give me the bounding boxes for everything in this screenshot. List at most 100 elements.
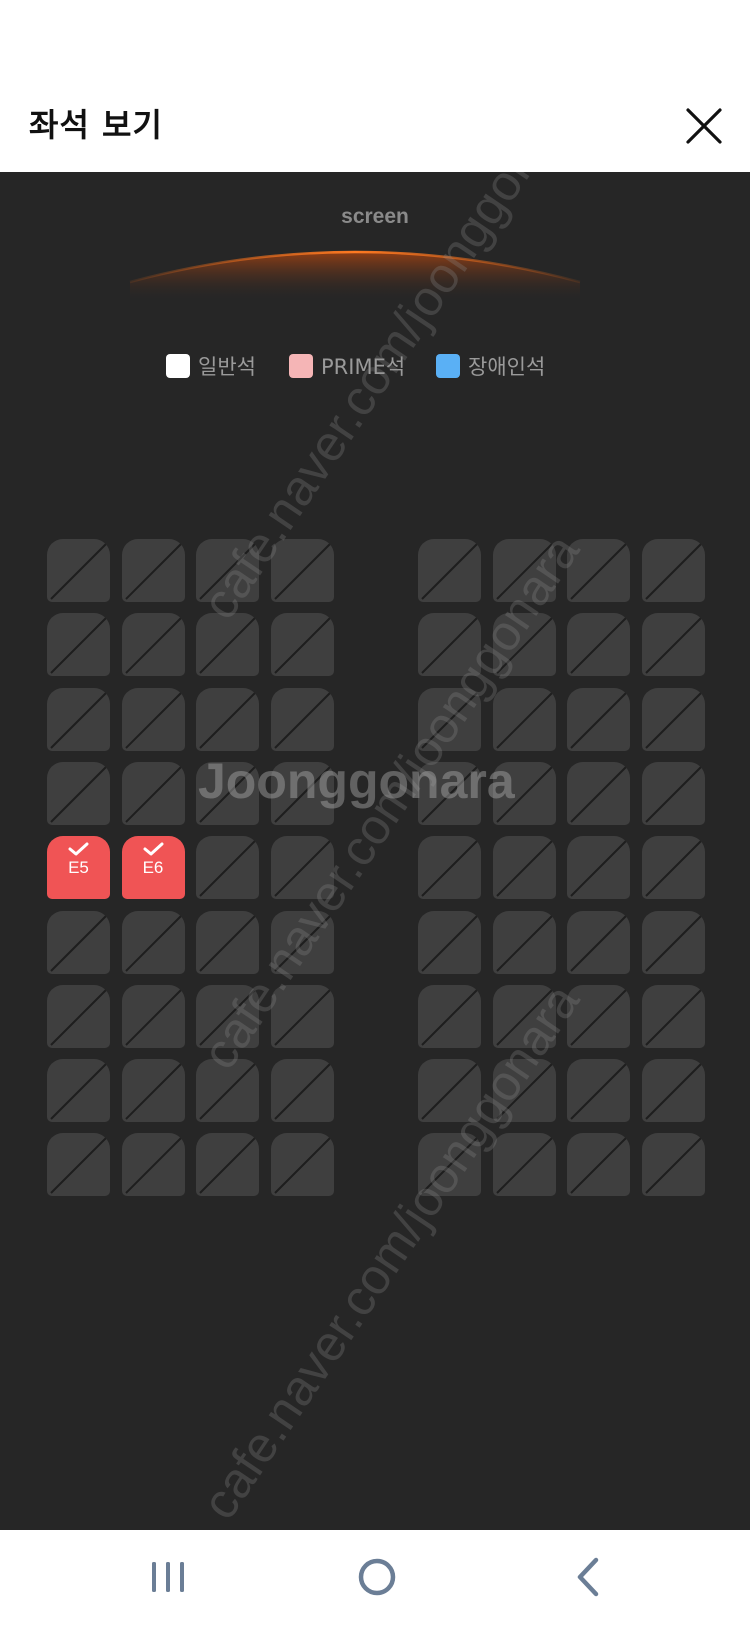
unavailable-slash-icon: [421, 840, 478, 897]
seat-unavailable[interactable]: [418, 984, 481, 1048]
seat-unavailable[interactable]: [121, 687, 185, 751]
seat-unavailable[interactable]: [196, 910, 259, 974]
seat-unavailable[interactable]: [418, 687, 481, 751]
seat-unavailable[interactable]: [418, 1133, 481, 1197]
seat-unavailable[interactable]: [270, 836, 334, 900]
seat-unavailable[interactable]: [47, 761, 110, 825]
unavailable-slash-icon: [644, 691, 702, 749]
seat-unavailable[interactable]: [641, 761, 705, 825]
seat-unavailable[interactable]: [492, 910, 556, 974]
seat-unavailable[interactable]: [492, 613, 556, 677]
seat-unavailable[interactable]: [567, 539, 630, 602]
seat-unavailable[interactable]: [641, 613, 705, 677]
seat-unavailable[interactable]: [641, 687, 705, 751]
seat-unavailable[interactable]: [270, 687, 334, 751]
seat-unavailable[interactable]: [418, 1059, 481, 1123]
seat-unavailable[interactable]: [196, 539, 259, 602]
unavailable-slash-icon: [644, 543, 702, 600]
seat-unavailable[interactable]: [492, 687, 556, 751]
seat-unavailable[interactable]: [196, 1059, 259, 1123]
seat-unavailable[interactable]: [196, 836, 259, 900]
seat-unavailable[interactable]: [567, 613, 630, 677]
seat-unavailable[interactable]: [492, 539, 556, 602]
seat-unavailable[interactable]: [567, 1133, 630, 1197]
seat-unavailable[interactable]: [270, 761, 334, 825]
seat-unavailable[interactable]: [270, 539, 334, 602]
seat-unavailable[interactable]: [641, 1059, 705, 1123]
seat-unavailable[interactable]: [567, 761, 630, 825]
seat-unavailable[interactable]: [196, 1133, 259, 1197]
seat-unavailable[interactable]: [492, 984, 556, 1048]
seat-unavailable[interactable]: [567, 1059, 630, 1123]
seat-unavailable[interactable]: [121, 1059, 185, 1123]
seat-unavailable[interactable]: [641, 539, 705, 602]
unavailable-slash-icon: [50, 1137, 107, 1195]
seat-unavailable[interactable]: [196, 761, 259, 825]
seat-unavailable[interactable]: [47, 613, 110, 677]
seat-unavailable[interactable]: [121, 613, 185, 677]
unavailable-slash-icon: [50, 914, 107, 972]
back-icon: [577, 1557, 599, 1597]
seat-label: E5: [68, 858, 89, 878]
home-icon: [358, 1558, 396, 1596]
seat-unavailable[interactable]: [418, 836, 481, 900]
unavailable-slash-icon: [50, 543, 107, 600]
seat-unavailable[interactable]: [121, 761, 185, 825]
seat-unavailable[interactable]: [47, 910, 110, 974]
seat-map: screen 일반석 PRIME석 장애인석 E5 E6 cafe.naver.…: [0, 172, 750, 1530]
seat-unavailable[interactable]: [567, 687, 630, 751]
seat-unavailable[interactable]: [641, 836, 705, 900]
seat-unavailable[interactable]: [567, 836, 630, 900]
unavailable-slash-icon: [199, 1137, 256, 1195]
unavailable-slash-icon: [644, 1063, 702, 1120]
seat-unavailable[interactable]: [418, 613, 481, 677]
seat-unavailable[interactable]: [270, 613, 334, 677]
unavailable-slash-icon: [495, 691, 553, 749]
seat-unavailable[interactable]: [47, 1133, 110, 1197]
seat-unavailable[interactable]: [121, 539, 185, 602]
seat-unavailable[interactable]: [641, 910, 705, 974]
unavailable-slash-icon: [421, 766, 478, 823]
check-icon: [68, 842, 89, 856]
seat-unavailable[interactable]: [196, 687, 259, 751]
seat-selected[interactable]: E5: [47, 836, 110, 900]
seat-unavailable[interactable]: [492, 1059, 556, 1123]
seat-unavailable[interactable]: [567, 910, 630, 974]
unavailable-slash-icon: [273, 1137, 331, 1195]
seat-unavailable[interactable]: [418, 910, 481, 974]
seat-unavailable[interactable]: [418, 761, 481, 825]
unavailable-slash-icon: [570, 1137, 627, 1195]
unavailable-slash-icon: [124, 1063, 182, 1120]
seat-unavailable[interactable]: [270, 910, 334, 974]
seat-unavailable[interactable]: [270, 1059, 334, 1123]
seat-unavailable[interactable]: [47, 687, 110, 751]
close-button[interactable]: [682, 104, 726, 148]
recent-apps-button[interactable]: [138, 1552, 198, 1602]
unavailable-slash-icon: [644, 914, 702, 972]
seat-unavailable[interactable]: [418, 539, 481, 602]
seat-unavailable[interactable]: [492, 836, 556, 900]
unavailable-slash-icon: [570, 1063, 627, 1120]
seat-unavailable[interactable]: [567, 984, 630, 1048]
seat-selected[interactable]: E6: [121, 836, 185, 900]
seat-unavailable[interactable]: [196, 984, 259, 1048]
seat-unavailable[interactable]: [121, 910, 185, 974]
seat-unavailable[interactable]: [47, 1059, 110, 1123]
seat-unavailable[interactable]: [121, 984, 185, 1048]
seat-unavailable[interactable]: [196, 613, 259, 677]
seat-unavailable[interactable]: [492, 1133, 556, 1197]
check-icon: [143, 842, 163, 856]
seat-unavailable[interactable]: [641, 984, 705, 1048]
back-button[interactable]: [560, 1552, 620, 1602]
seat-unavailable[interactable]: [121, 1133, 185, 1197]
seat-unavailable[interactable]: [47, 984, 110, 1048]
seat-unavailable[interactable]: [270, 1133, 334, 1197]
seat-unavailable[interactable]: [492, 761, 556, 825]
seat-unavailable[interactable]: [641, 1133, 705, 1197]
seat-unavailable[interactable]: [47, 539, 110, 602]
seat-unavailable[interactable]: [270, 984, 334, 1048]
unavailable-slash-icon: [273, 617, 331, 675]
unavailable-slash-icon: [273, 914, 331, 972]
seat-label: E6: [142, 858, 164, 878]
home-button[interactable]: [347, 1552, 407, 1602]
